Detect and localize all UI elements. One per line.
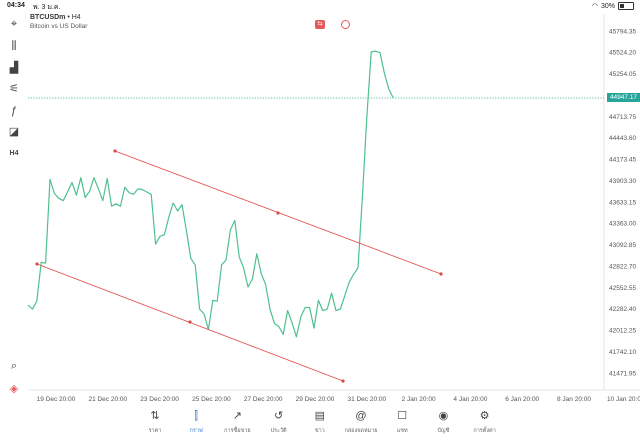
time-tick-label: 29 Dec 20:00 [296,396,335,403]
nav-item-quotes[interactable]: ⇅ ราคา [135,410,175,435]
nav-item-chart[interactable]: ⫿ กราฟ [176,410,216,435]
time-tick-label: 23 Dec 20:00 [140,396,179,403]
channel-anchor-point [341,379,345,383]
time-tick-label: 2 Jan 20:00 [402,396,436,403]
channel-anchor-point [35,262,39,266]
nav-item-trade[interactable]: ↗ การซื้อขาย [217,410,257,435]
news-icon: ▤ [314,410,325,422]
channel-anchor-point [188,320,192,324]
nav-item-settings[interactable]: ⚙ การตั้งค่า [465,410,505,435]
price-series-line [27,50,394,338]
channel-anchor-point [113,149,117,153]
time-tick-label: 4 Jan 20:00 [453,396,487,403]
price-tick-label: 42012.25 [609,328,636,335]
nav-label: กราฟ [189,428,203,434]
nav-item-history[interactable]: ↺ ประวัติ [259,410,299,435]
price-tick-label: 43092.85 [609,242,636,249]
price-tick-label: 42552.55 [609,285,636,292]
channel-anchor-point [276,211,280,215]
price-tick-label: 43633.15 [609,199,636,206]
price-tick-label: 45524.20 [609,50,636,57]
nav-label: แชท [396,428,408,434]
price-tick-label: 42822.70 [609,263,636,270]
price-tick-label: 43903.30 [609,178,636,185]
nav-item-mailbox[interactable]: @ กล่องจดหมาย [341,410,381,435]
settings-icon: ⚙ [479,410,490,422]
chart-icon: ⫿ [194,410,198,422]
channel-anchor-point [439,272,443,276]
price-tick-label: 45794.35 [609,28,636,35]
chat-icon: ☐ [397,410,408,422]
nav-item-news[interactable]: ▤ ข่าว [300,410,340,435]
trade-icon: ↗ [232,410,242,422]
time-tick-label: 25 Dec 20:00 [192,396,231,403]
price-tick-label: 44443.60 [609,135,636,142]
price-tick-label: 43363.00 [609,221,636,228]
price-tick-label: 41742.10 [609,349,636,356]
time-tick-label: 21 Dec 20:00 [88,396,127,403]
time-tick-label: 10 Jan 20:00 [607,396,640,403]
current-price-label: 44947.17 [607,93,640,102]
nav-label: การซื้อขาย [224,428,251,434]
nav-label: บัญชี [437,428,450,434]
nav-item-account[interactable]: ◉ บัญชี [423,410,463,435]
nav-label: ข่าว [314,428,325,434]
time-tick-label: 31 Dec 20:00 [347,396,386,403]
nav-label: ประวัติ [270,428,287,434]
price-tick-label: 41471.95 [609,370,636,377]
nav-item-chat[interactable]: ☐ แชท [382,410,422,435]
nav-label: การตั้งค่า [473,428,496,434]
history-icon: ↺ [273,410,284,422]
price-tick-label: 45254.05 [609,71,636,78]
nav-label: ราคา [148,428,162,434]
price-chart[interactable]: 45794.3545524.2045254.0544983.9044713.75… [0,0,640,447]
quotes-icon: ⇅ [150,410,160,422]
time-tick-label: 6 Jan 20:00 [505,396,539,403]
price-tick-label: 42282.40 [609,306,636,313]
time-tick-label: 27 Dec 20:00 [244,396,283,403]
mailbox-icon: @ [355,410,367,422]
price-tick-label: 44713.75 [609,114,636,121]
price-tick-label: 44173.45 [609,157,636,164]
nav-label: กล่องจดหมาย [344,428,378,434]
time-tick-label: 19 Dec 20:00 [37,396,76,403]
time-tick-label: 8 Jan 20:00 [557,396,591,403]
bottom-navigation: ⇅ ราคา ⫿ กราฟ ↗ การซื้อขาย ↺ ประวัติ ▤ ข่าว @ กล่อง… [0,404,640,447]
account-icon: ◉ [438,410,449,422]
